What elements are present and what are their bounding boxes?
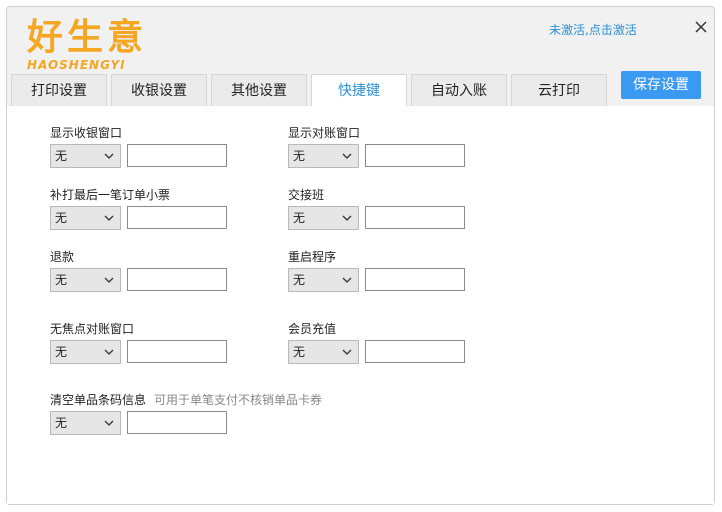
nofocus-reconcile-select[interactable]: 无 — [50, 340, 121, 364]
select-value: 无 — [55, 416, 68, 430]
restart-shortcut-input[interactable] — [365, 268, 465, 291]
show-cashier-select[interactable]: 无 — [50, 144, 121, 168]
nofocus-reconcile-shortcut-input[interactable] — [127, 340, 227, 363]
close-icon[interactable] — [694, 20, 708, 38]
chevron-down-icon — [104, 215, 114, 221]
chevron-down-icon — [104, 420, 114, 426]
select-value: 无 — [293, 211, 306, 225]
clear-barcode-shortcut-input[interactable] — [127, 411, 227, 434]
chevron-down-icon — [104, 277, 114, 283]
shortcuts-panel: 显示收银窗口 无 显示对账窗口 无 补打最后一笔订单小票 无 交接班 无 退款 … — [7, 106, 714, 504]
shift-handover-label: 交接班 — [288, 188, 325, 202]
reprint-last-label: 补打最后一笔订单小票 — [50, 188, 171, 202]
select-value: 无 — [55, 149, 68, 163]
tab-cashier-settings[interactable]: 收银设置 — [111, 74, 207, 106]
show-reconcile-label: 显示对账窗口 — [288, 126, 361, 140]
refund-select[interactable]: 无 — [50, 268, 121, 292]
select-value: 无 — [293, 149, 306, 163]
tab-cloud-print[interactable]: 云打印 — [511, 74, 607, 106]
reprint-last-shortcut-input[interactable] — [127, 206, 227, 229]
select-value: 无 — [293, 345, 306, 359]
show-reconcile-shortcut-input[interactable] — [365, 144, 465, 167]
restart-label: 重启程序 — [288, 250, 337, 264]
nofocus-reconcile-label: 无焦点对账窗口 — [50, 322, 135, 336]
select-value: 无 — [293, 273, 306, 287]
chevron-down-icon — [342, 277, 352, 283]
clear-barcode-select[interactable]: 无 — [50, 411, 121, 435]
show-cashier-shortcut-input[interactable] — [127, 144, 227, 167]
member-recharge-shortcut-input[interactable] — [365, 340, 465, 363]
tab-auto-posting[interactable]: 自动入账 — [411, 74, 507, 106]
clear-barcode-label: 清空单品条码信息 — [50, 393, 147, 407]
refund-label: 退款 — [50, 250, 75, 264]
show-reconcile-select[interactable]: 无 — [288, 144, 359, 168]
select-value: 无 — [55, 345, 68, 359]
show-cashier-label: 显示收银窗口 — [50, 126, 123, 140]
logo-chinese: 好生意 — [27, 17, 148, 58]
chevron-down-icon — [104, 153, 114, 159]
refund-shortcut-input[interactable] — [127, 268, 227, 291]
save-settings-button[interactable]: 保存设置 — [621, 71, 701, 99]
activate-link[interactable]: 未激活,点击激活 — [549, 21, 637, 38]
select-value: 无 — [55, 273, 68, 287]
shift-handover-shortcut-input[interactable] — [365, 206, 465, 229]
restart-select[interactable]: 无 — [288, 268, 359, 292]
logo-pinyin: HAOSHENGYI — [27, 58, 126, 72]
tab-print-settings[interactable]: 打印设置 — [11, 74, 107, 106]
tab-shortcuts[interactable]: 快捷键 — [311, 74, 407, 106]
shift-handover-select[interactable]: 无 — [288, 206, 359, 230]
member-recharge-label: 会员充值 — [288, 322, 337, 336]
clear-barcode-hint: 可用于单笔支付不核销单品卡券 — [154, 393, 323, 407]
member-recharge-select[interactable]: 无 — [288, 340, 359, 364]
reprint-last-select[interactable]: 无 — [50, 206, 121, 230]
chevron-down-icon — [342, 215, 352, 221]
chevron-down-icon — [342, 349, 352, 355]
tab-other-settings[interactable]: 其他设置 — [211, 74, 307, 106]
select-value: 无 — [55, 211, 68, 225]
chevron-down-icon — [342, 153, 352, 159]
chevron-down-icon — [104, 349, 114, 355]
